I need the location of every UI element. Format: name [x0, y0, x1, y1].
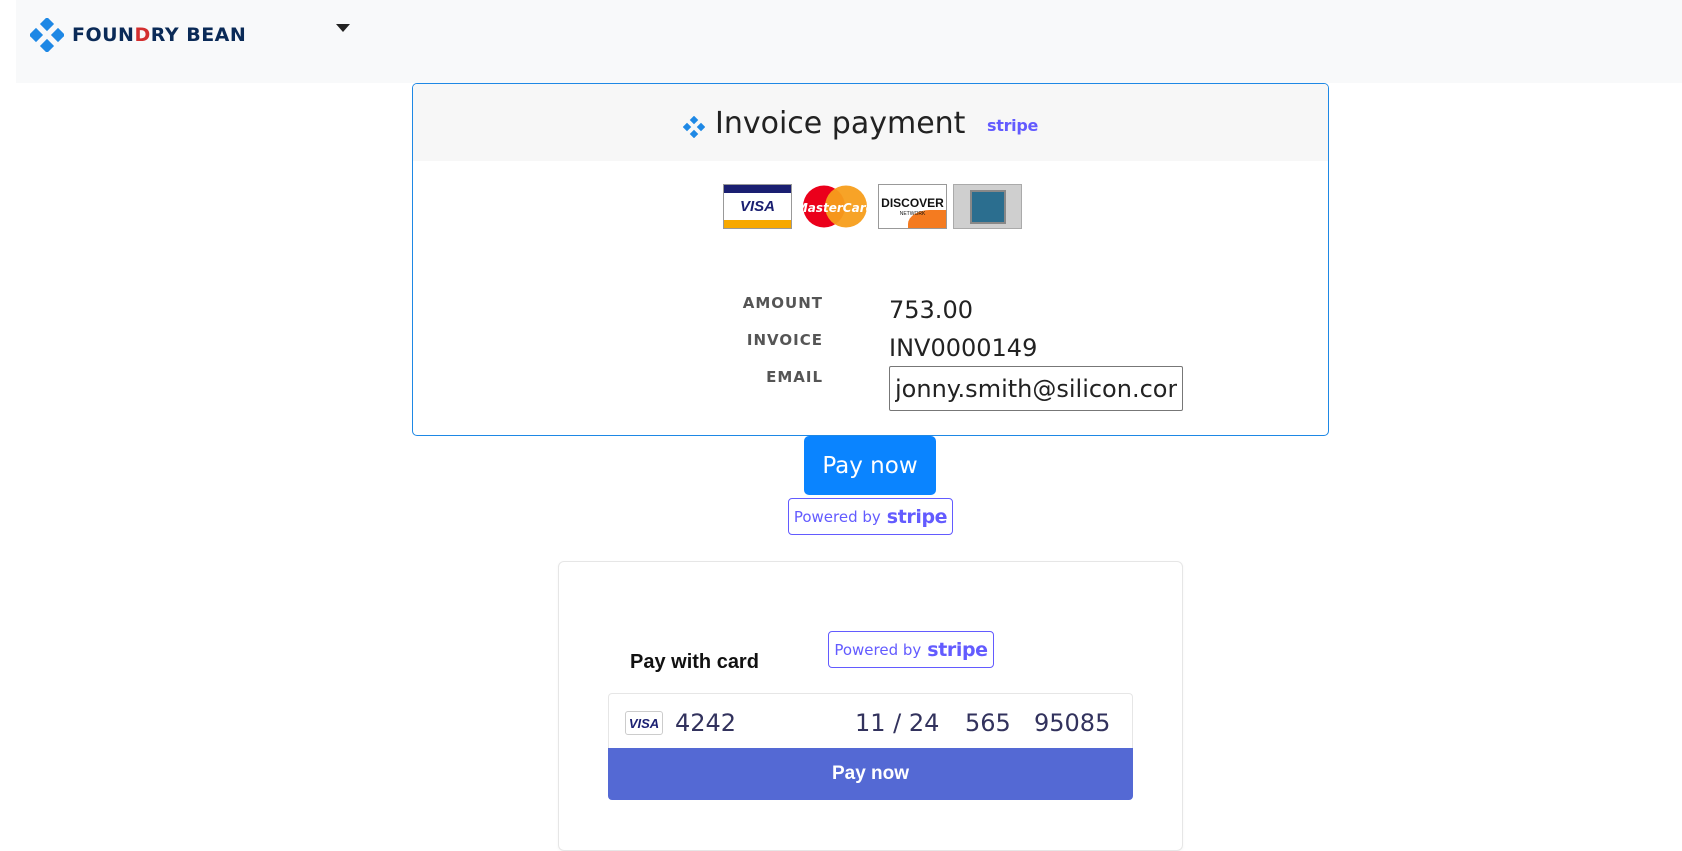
email-field[interactable]: [889, 366, 1183, 411]
card-input[interactable]: VISA 4242 11 / 24 565 95085: [608, 693, 1133, 749]
brand-name: FOUNDRY BEAN: [72, 24, 247, 46]
card-cvc-field[interactable]: 565: [965, 709, 1011, 737]
invoice-value: INV0000149: [889, 334, 1038, 362]
stripe-logo: stripe: [987, 116, 1039, 135]
invoice-label: INVOICE: [746, 331, 823, 349]
invoice-card: Invoice payment stripe VISA MasterCard D…: [412, 83, 1329, 436]
stripe-pay-now-button[interactable]: Pay now: [608, 748, 1133, 800]
mastercard-logo: MasterCard: [798, 185, 872, 228]
amex-logo: [953, 184, 1022, 229]
navbar: FOUNDRY BEAN: [16, 0, 1682, 83]
amount-label: AMOUNT: [742, 294, 823, 312]
card-expiry-field[interactable]: 11 / 24: [855, 709, 939, 737]
accepted-cards: VISA MasterCard DISCOVER NETWORK: [723, 184, 1022, 229]
powered-by-stripe-badge[interactable]: Powered by stripe: [788, 498, 953, 535]
card-zip-field[interactable]: 95085: [1034, 709, 1110, 737]
brand[interactable]: FOUNDRY BEAN: [30, 18, 246, 52]
svg-text:MasterCard: MasterCard: [798, 201, 872, 215]
powered-by-stripe-badge[interactable]: Powered by stripe: [828, 631, 994, 668]
card-number-field[interactable]: 4242: [675, 709, 736, 737]
brand-logo-icon: [30, 18, 64, 52]
email-label: EMAIL: [766, 368, 823, 386]
brand-logo-icon: [683, 115, 705, 138]
discover-logo: DISCOVER NETWORK: [878, 184, 947, 229]
dropdown-caret-icon[interactable]: [336, 24, 350, 32]
page-title: Invoice payment: [715, 106, 966, 141]
invoice-header: Invoice payment stripe: [413, 84, 1328, 161]
visa-logo: VISA: [723, 184, 792, 229]
card-brand-icon: VISA: [625, 711, 663, 735]
pay-with-card-heading: Pay with card: [630, 651, 759, 673]
pay-now-button[interactable]: Pay now: [804, 436, 936, 495]
amount-value: 753.00: [889, 296, 973, 324]
